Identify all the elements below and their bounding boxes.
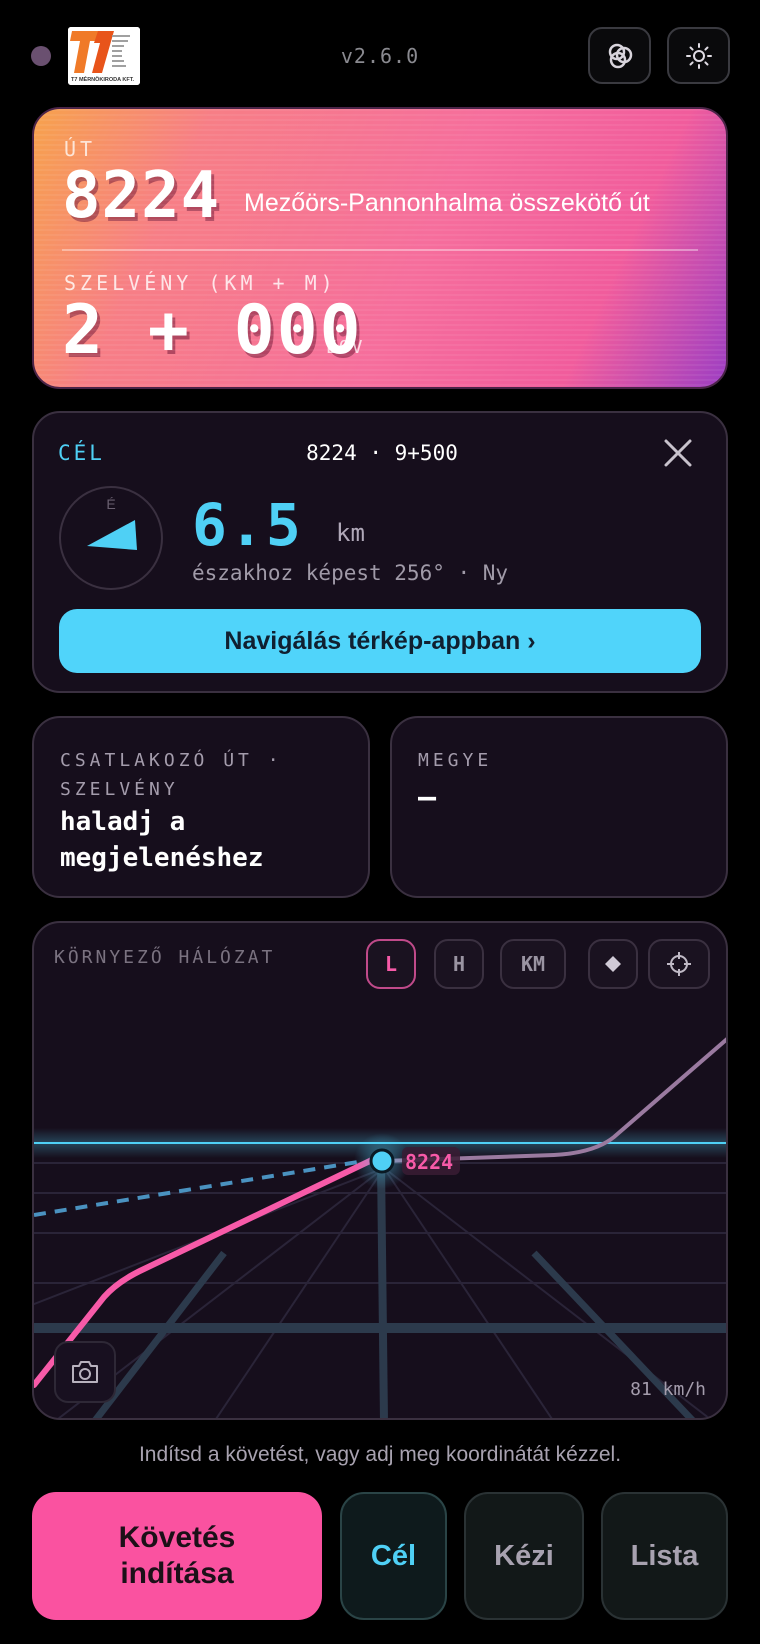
target-button[interactable]: Cél <box>340 1492 447 1620</box>
hint-text: Indítsd a követést, vagy adj meg koordin… <box>138 1443 622 1466</box>
section-value: 2 + 000 <box>62 291 363 370</box>
app-header: T7 MÉRNÖKIRODA KFT. v2.6.0 <box>0 0 760 110</box>
close-icon <box>664 439 692 467</box>
target-card: CÉL 8224 · 9+500 É 6.5 km északhoz képes… <box>32 411 728 693</box>
map-layer-l-button[interactable]: L <box>366 939 416 989</box>
junction-card: CSATLAKOZÓ ÚT · SZELVÉNY haladj a megjel… <box>32 716 370 898</box>
target-distance-unit: km <box>336 519 365 547</box>
logo-caption: T7 MÉRNÖKIRODA KFT. <box>71 75 135 83</box>
target-location: 8224 · 9+500 <box>306 441 458 465</box>
projection-label: EOV <box>326 337 365 358</box>
position-marker-icon <box>369 1148 395 1174</box>
road-name: Mezőörs-Pannonhalma összekötő út <box>244 189 650 217</box>
diamond-icon <box>605 956 621 972</box>
sun-icon <box>685 42 712 69</box>
palette-button[interactable] <box>588 27 651 84</box>
county-label: MEGYE <box>418 750 493 771</box>
road-label: ÚT <box>64 137 97 161</box>
list-button[interactable]: Lista <box>601 1492 728 1620</box>
junction-value: haladj a megjelenéshez <box>60 807 264 873</box>
current-speed: 81 km/h <box>630 1379 706 1400</box>
camera-icon <box>72 1361 98 1383</box>
manual-input-button[interactable]: Kézi <box>464 1492 584 1620</box>
junction-label: CSATLAKOZÓ ÚT · SZELVÉNY <box>60 750 283 800</box>
target-bearing: északhoz képest 256° · Ny <box>192 561 509 585</box>
start-tracking-label: Követés indítása <box>118 1521 236 1590</box>
bearing-arrow-icon <box>87 520 137 550</box>
map-main-streets <box>34 1162 726 1418</box>
county-card: MEGYE – <box>390 716 728 898</box>
road-card-divider <box>62 249 698 251</box>
clear-target-button[interactable] <box>658 433 698 473</box>
navigate-in-map-app-button[interactable]: Navigálás térkép-appban › <box>59 609 701 673</box>
compass: É <box>59 486 163 590</box>
current-road-card: ÚT 8224 Mezőörs-Pannonhalma összekötő út… <box>32 107 728 389</box>
palette-icon <box>608 43 632 68</box>
network-map[interactable]: 8224 KÖRNYEZŐ HÁLÓZAT L H KM 81 km/h <box>32 921 728 1420</box>
crosshair-icon <box>667 952 691 976</box>
county-value: – <box>418 780 437 815</box>
brightness-button[interactable] <box>667 27 730 84</box>
start-tracking-button[interactable]: Követés indítása <box>32 1492 322 1620</box>
screenshot-button[interactable] <box>54 1341 116 1403</box>
network-map-label: KÖRNYEZŐ HÁLÓZAT <box>54 947 276 968</box>
network-map-canvas: 8224 <box>34 1037 726 1418</box>
map-layer-h-button[interactable]: H <box>434 939 484 989</box>
map-layer-km-button[interactable]: KM <box>500 939 566 989</box>
road-number: 8224 <box>62 159 221 233</box>
current-road-tag: 8224 <box>405 1150 453 1174</box>
map-center-button[interactable] <box>648 939 710 989</box>
target-distance: 6.5 <box>192 491 303 559</box>
map-marker-button[interactable] <box>588 939 638 989</box>
